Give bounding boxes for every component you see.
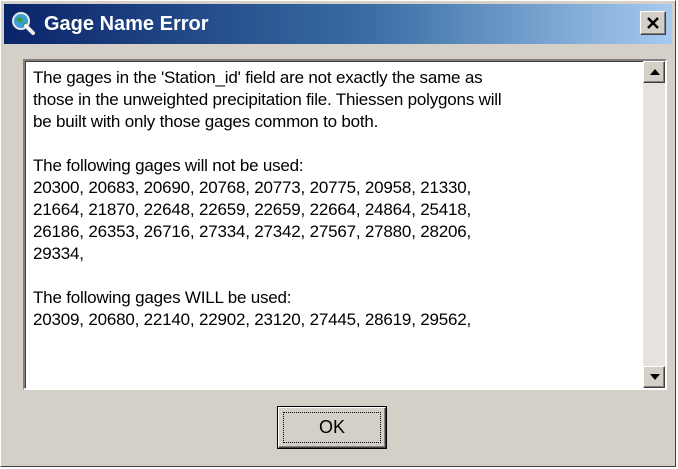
ok-button-label: OK bbox=[318, 417, 345, 437]
scroll-up-arrow-icon bbox=[650, 69, 660, 75]
scroll-up-button[interactable] bbox=[643, 61, 665, 83]
ok-button[interactable]: OK bbox=[277, 406, 387, 449]
message-line: 21664, 21870, 22648, 22659, 22659, 22664… bbox=[33, 200, 472, 219]
message-line: those in the unweighted precipitation fi… bbox=[33, 90, 502, 109]
message-line: 29334, bbox=[33, 244, 84, 263]
scroll-down-arrow-icon bbox=[650, 374, 660, 380]
message-line: 20300, 20683, 20690, 20768, 20773, 20775… bbox=[33, 178, 472, 197]
message-text: The gages in the 'Station_id' field are … bbox=[33, 67, 613, 331]
title-bar[interactable]: Gage Name Error bbox=[4, 4, 672, 44]
close-button[interactable] bbox=[640, 11, 666, 35]
dialog-title: Gage Name Error bbox=[44, 13, 209, 35]
error-dialog: Gage Name Error The gages in the 'Statio… bbox=[0, 0, 676, 467]
message-line: 20309, 20680, 22140, 22902, 23120, 27445… bbox=[33, 310, 472, 329]
message-line: be built with only those gages common to… bbox=[33, 112, 379, 131]
scroll-down-button[interactable] bbox=[643, 366, 665, 388]
message-line: The following gages WILL be used: bbox=[33, 288, 292, 307]
message-line: 26186, 26353, 26716, 27334, 27342, 27567… bbox=[33, 222, 472, 241]
message-line: The gages in the 'Station_id' field are … bbox=[33, 68, 483, 87]
close-x-icon bbox=[647, 17, 659, 29]
message-textbox[interactable]: The gages in the 'Station_id' field are … bbox=[23, 59, 667, 390]
globe-magnifier-icon bbox=[10, 10, 36, 36]
message-line: The following gages will not be used: bbox=[33, 156, 304, 175]
vertical-scrollbar[interactable] bbox=[643, 61, 665, 388]
